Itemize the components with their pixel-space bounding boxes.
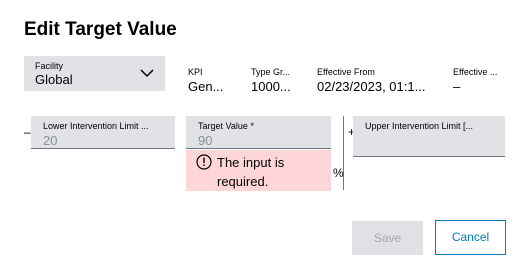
- target-value-error-message: The input is required.: [217, 155, 285, 189]
- chevron-down-icon: [140, 69, 154, 78]
- target-value-placeholder: 90: [198, 133, 213, 148]
- type-group-label: Type Gr...: [251, 67, 291, 77]
- target-value-error: The input is required.: [186, 150, 331, 191]
- lower-limit-placeholder: 20: [43, 133, 58, 148]
- lower-limit-label: Lower Intervention Limit ...: [43, 121, 149, 131]
- dialog-title: Edit Target Value: [24, 19, 177, 40]
- type-group-value: 1000...: [251, 79, 291, 94]
- target-value-input[interactable]: Target Value * 90: [186, 116, 331, 149]
- cancel-button[interactable]: Cancel: [435, 220, 506, 255]
- facility-value: Global: [35, 72, 73, 87]
- effective-from-value: 02/23/2023, 01:1...: [317, 79, 426, 94]
- percent-unit: %: [333, 166, 344, 180]
- upper-limit-underline: [353, 156, 505, 157]
- upper-limit-input[interactable]: Upper Intervention Limit [...: [353, 116, 505, 157]
- facility-label: Facility: [35, 61, 64, 71]
- lower-limit-underline: [31, 148, 175, 149]
- upper-limit-label: Upper Intervention Limit [...: [365, 121, 474, 131]
- effective-to-value: –: [453, 79, 461, 94]
- effective-from-label: Effective From: [317, 67, 375, 77]
- lower-limit-minus-sign: –: [24, 125, 31, 139]
- target-value-underline: [186, 148, 331, 149]
- save-button[interactable]: Save: [352, 221, 423, 255]
- facility-dropdown[interactable]: Facility Global: [24, 56, 165, 91]
- effective-to-label: Effective ...: [453, 67, 498, 77]
- lower-limit-input[interactable]: Lower Intervention Limit ... 20: [31, 116, 175, 149]
- kpi-value: Gen...: [188, 79, 224, 94]
- target-value-label: Target Value *: [198, 121, 254, 131]
- kpi-label: KPI: [188, 67, 203, 77]
- alert-circle-icon: [196, 154, 212, 170]
